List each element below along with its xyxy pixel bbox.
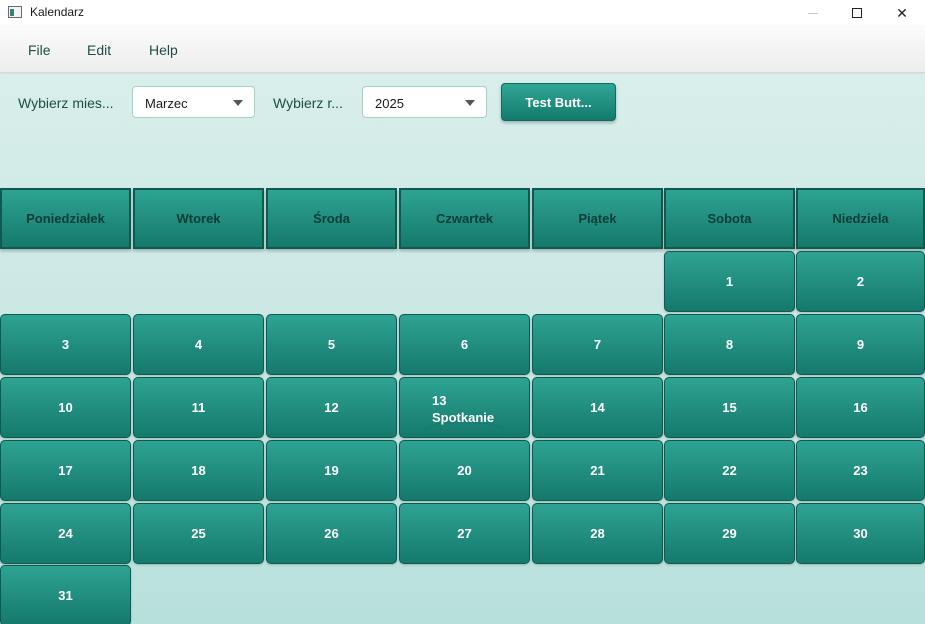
day-number: 16 xyxy=(853,400,868,415)
day-number: 11 xyxy=(191,400,206,415)
day-cell[interactable]: 14 xyxy=(532,377,663,438)
day-cell[interactable]: 12 xyxy=(266,377,397,438)
day-number: 9 xyxy=(856,337,865,352)
test-button[interactable]: Test Butt... xyxy=(501,83,616,121)
day-number: 5 xyxy=(327,337,336,352)
day-number: 10 xyxy=(58,400,73,415)
weekday-header: Środa xyxy=(266,188,397,249)
day-number: 3 xyxy=(61,337,70,352)
day-number: 29 xyxy=(722,526,737,541)
day-cell[interactable]: 4 xyxy=(133,314,264,375)
day-cell[interactable]: 13 Spotkanie xyxy=(399,377,530,438)
day-number: 15 xyxy=(722,400,737,415)
day-number: 27 xyxy=(457,526,472,541)
day-number: 30 xyxy=(853,526,868,541)
day-cell[interactable]: 2 xyxy=(796,251,925,312)
day-number: 25 xyxy=(191,526,206,541)
day-number: 22 xyxy=(722,463,737,478)
day-cell[interactable]: 18 xyxy=(133,440,264,501)
day-number: 24 xyxy=(58,526,73,541)
day-number: 12 xyxy=(324,400,339,415)
year-select-value: 2025 xyxy=(375,96,404,111)
day-cell[interactable]: 17 xyxy=(0,440,131,501)
day-cell[interactable]: 6 xyxy=(399,314,530,375)
day-number: 26 xyxy=(324,526,339,541)
chevron-down-icon xyxy=(233,100,243,106)
day-cell[interactable]: 5 xyxy=(266,314,397,375)
menu-bar: File Edit Help xyxy=(0,26,925,73)
day-cell[interactable]: 31 xyxy=(0,565,131,624)
day-cell[interactable]: 15 xyxy=(664,377,795,438)
day-number: 19 xyxy=(324,463,339,478)
weekday-header: Niedziela xyxy=(796,188,925,249)
day-cell[interactable]: 25 xyxy=(133,503,264,564)
title-bar: Kalendarz ✕ xyxy=(0,0,925,26)
day-number: 17 xyxy=(58,463,73,478)
month-label: Wybierz mies... xyxy=(18,95,114,111)
day-cell[interactable]: 22 xyxy=(664,440,795,501)
month-select[interactable]: Marzec xyxy=(132,86,255,118)
day-cell[interactable]: 16 xyxy=(796,377,925,438)
day-number: 13 xyxy=(432,393,447,408)
day-cell[interactable]: 8 xyxy=(664,314,795,375)
day-cell[interactable]: 21 xyxy=(532,440,663,501)
day-number: 21 xyxy=(590,463,605,478)
day-cell[interactable]: 9 xyxy=(796,314,925,375)
day-cell[interactable]: 28 xyxy=(532,503,663,564)
day-cell[interactable]: 24 xyxy=(0,503,131,564)
day-number: 6 xyxy=(460,337,469,352)
year-select[interactable]: 2025 xyxy=(362,86,487,118)
weekday-header: Wtorek xyxy=(133,188,264,249)
day-cell[interactable]: 19 xyxy=(266,440,397,501)
month-select-value: Marzec xyxy=(145,96,188,111)
day-number: 4 xyxy=(194,337,203,352)
close-button[interactable]: ✕ xyxy=(879,0,925,26)
day-cell[interactable]: 10 xyxy=(0,377,131,438)
minimize-icon xyxy=(808,12,818,14)
day-number: 18 xyxy=(191,463,206,478)
menu-edit[interactable]: Edit xyxy=(87,42,111,58)
day-cell[interactable]: 29 xyxy=(664,503,795,564)
close-icon: ✕ xyxy=(896,4,908,21)
day-cell[interactable]: 23 xyxy=(796,440,925,501)
day-number: 23 xyxy=(853,463,868,478)
day-cell[interactable]: 20 xyxy=(399,440,530,501)
day-cell[interactable]: 7 xyxy=(532,314,663,375)
day-cell[interactable]: 27 xyxy=(399,503,530,564)
day-number: 31 xyxy=(58,588,73,603)
day-number: 28 xyxy=(590,526,605,541)
maximize-button[interactable] xyxy=(834,0,880,26)
day-number: 8 xyxy=(725,337,734,352)
day-cell[interactable]: 3 xyxy=(0,314,131,375)
day-number: 20 xyxy=(457,463,472,478)
day-cell[interactable]: 1 xyxy=(664,251,795,312)
weekday-header: Piątek xyxy=(532,188,663,249)
day-cell[interactable]: 11 xyxy=(133,377,264,438)
day-cell[interactable]: 26 xyxy=(266,503,397,564)
weekday-header: Poniedziałek xyxy=(0,188,131,249)
day-number: 1 xyxy=(725,274,734,289)
main-content: Wybierz mies... Marzec Wybierz r... 2025… xyxy=(0,74,925,624)
weekday-header: Czwartek xyxy=(399,188,530,249)
day-number: 2 xyxy=(856,274,865,289)
day-cell[interactable]: 30 xyxy=(796,503,925,564)
chevron-down-icon xyxy=(465,100,475,106)
day-number: 14 xyxy=(590,400,605,415)
maximize-icon xyxy=(852,8,862,18)
weekday-header: Sobota xyxy=(664,188,795,249)
minimize-button[interactable] xyxy=(790,0,836,26)
menu-file[interactable]: File xyxy=(28,42,51,58)
event-title: Spotkanie xyxy=(432,410,495,425)
day-number: 7 xyxy=(593,337,602,352)
app-icon xyxy=(8,6,22,18)
menu-help[interactable]: Help xyxy=(149,42,178,58)
year-label: Wybierz r... xyxy=(273,95,343,111)
window-title: Kalendarz xyxy=(30,5,85,19)
